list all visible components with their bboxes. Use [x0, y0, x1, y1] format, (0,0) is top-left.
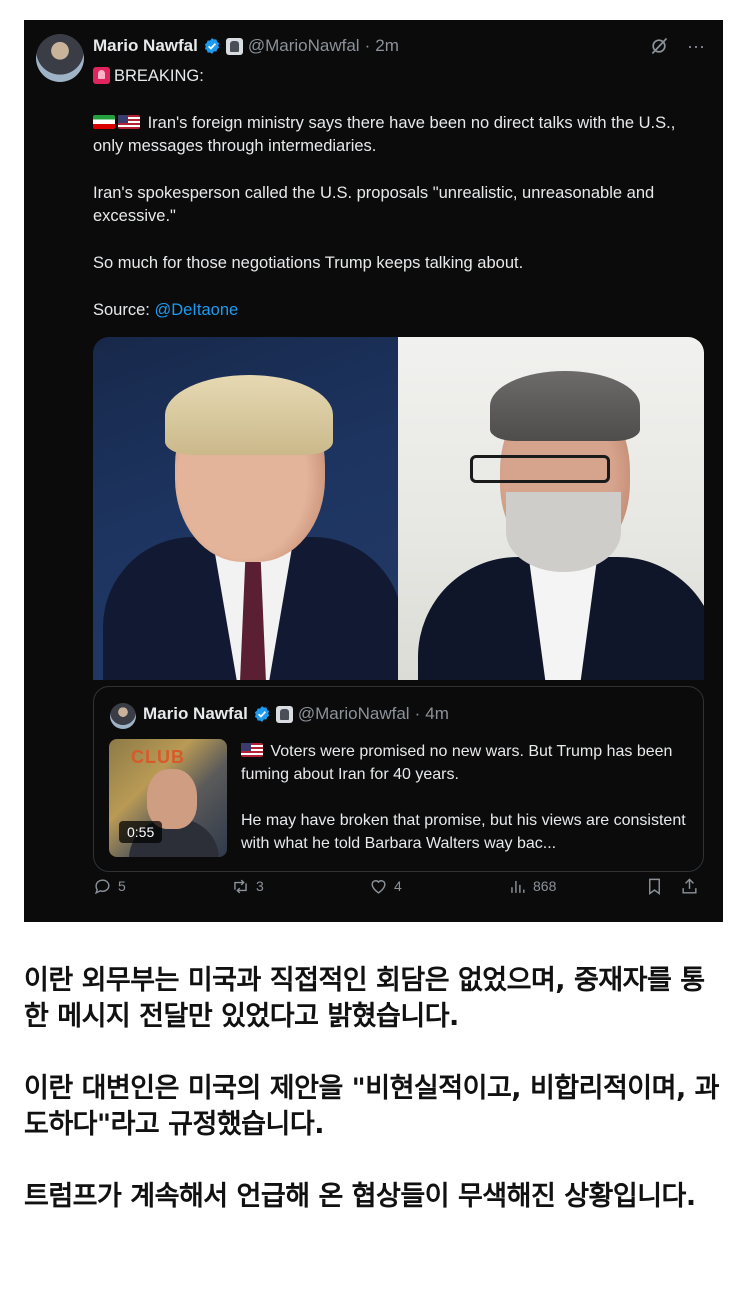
views-icon	[511, 880, 525, 893]
tweet-top-icons: ···	[649, 36, 705, 57]
tweet-media[interactable]	[93, 337, 704, 680]
meta-separator: ·	[364, 36, 371, 55]
bookmark-icon	[649, 878, 660, 895]
tweet-paragraph-1-text: Iran's foreign ministry says there have …	[93, 114, 676, 155]
tweet-paragraph-1: Iran's foreign ministry says there have …	[93, 112, 705, 158]
views-count: 868	[533, 878, 557, 894]
author-name[interactable]: Mario Nawfal	[93, 36, 198, 56]
verified-badge-icon	[204, 38, 219, 54]
like-button[interactable]: 4	[369, 877, 402, 896]
quote-video-thumbnail[interactable]: CLUB 0:55	[109, 739, 227, 857]
repost-count: 3	[256, 878, 264, 894]
share-icon	[682, 877, 697, 894]
affiliate-badge-icon	[275, 705, 293, 723]
source-mention-link[interactable]: @DeItaone	[154, 301, 238, 319]
tweet-paragraph-2: Iran's spokesperson called the U.S. prop…	[93, 184, 655, 225]
quote-paragraph-1: Voters were promised no new wars. But Tr…	[241, 740, 691, 786]
thumbnail-person-shape	[147, 769, 197, 829]
korean-translation: 이란 외무부는 미국과 직접적인 회담은 없었으며, 중재자를 통한 메시지 전…	[24, 963, 724, 1251]
quote-author-name[interactable]: Mario Nawfal	[143, 704, 248, 724]
meta-separator: ·	[414, 704, 421, 723]
quoted-tweet[interactable]: Mario Nawfal @MarioNawfal · 4m CLUB 0:55…	[93, 686, 704, 872]
photo-hair-shape	[165, 375, 333, 455]
video-duration: 0:55	[119, 821, 163, 843]
quote-paragraph-2: He may have broken that promise, but his…	[241, 812, 686, 852]
grok-icon[interactable]	[649, 36, 669, 56]
tweet-paragraph-3: So much for those negotiations Trump kee…	[93, 254, 524, 272]
photo-glasses-shape	[470, 455, 610, 483]
reply-button[interactable]: 5	[93, 877, 126, 896]
tweet-time[interactable]: 2m	[375, 36, 399, 56]
like-count: 4	[394, 878, 402, 894]
photo-hair-shape	[490, 371, 640, 441]
breaking-label: BREAKING:	[114, 67, 204, 85]
quote-header: Mario Nawfal @MarioNawfal · 4m	[143, 704, 449, 724]
source-label: Source:	[93, 301, 150, 319]
tweet-header: Mario Nawfal @MarioNawfal · 2m	[93, 36, 399, 56]
thumbnail-sign-text: CLUB	[131, 747, 185, 767]
iran-flag-icon	[93, 115, 115, 129]
tweet-body: BREAKING: Iran's foreign ministry says t…	[93, 65, 705, 346]
affiliate-badge-icon	[225, 37, 243, 55]
repost-button[interactable]: 3	[231, 877, 264, 896]
tweet-card[interactable]: Mario Nawfal @MarioNawfal · 2m ··· BREAK…	[24, 20, 723, 922]
tweet-source: Source: @DeItaone	[93, 299, 705, 322]
repost-icon	[234, 879, 247, 893]
breaking-line: BREAKING:	[93, 65, 705, 88]
translation-paragraph-3: 트럼프가 계속해서 언급해 온 협상들이 무색해진 상황입니다.	[24, 1181, 696, 1212]
reply-count: 5	[118, 878, 126, 894]
siren-emoji-icon	[93, 67, 110, 84]
us-flag-icon	[118, 115, 140, 129]
more-icon[interactable]: ···	[687, 36, 705, 57]
author-handle[interactable]: @MarioNawfal	[248, 36, 360, 56]
translation-paragraph-2: 이란 대변인은 미국의 제안을 "비현실적이고, 비합리적이며, 과도하다"라고…	[24, 1073, 719, 1140]
photo-beard-shape	[506, 492, 621, 572]
bookmark-button[interactable]	[645, 877, 664, 896]
quote-body: Voters were promised no new wars. But Tr…	[241, 740, 691, 878]
verified-badge-icon	[254, 706, 269, 722]
quote-author-avatar[interactable]	[110, 703, 136, 729]
quote-paragraph-1-text: Voters were promised no new wars. But Tr…	[241, 743, 673, 783]
media-photo-right[interactable]	[398, 337, 704, 680]
quote-time[interactable]: 4m	[425, 704, 449, 724]
quote-author-handle[interactable]: @MarioNawfal	[298, 704, 410, 724]
views-button[interactable]: 868	[508, 877, 556, 896]
reply-icon	[94, 878, 110, 894]
share-button[interactable]	[680, 877, 699, 896]
translation-paragraph-1: 이란 외무부는 미국과 직접적인 회담은 없었으며, 중재자를 통한 메시지 전…	[24, 965, 705, 1032]
media-photo-left[interactable]	[93, 337, 403, 680]
us-flag-icon	[241, 743, 263, 757]
like-icon	[371, 879, 386, 894]
author-avatar[interactable]	[36, 34, 84, 82]
